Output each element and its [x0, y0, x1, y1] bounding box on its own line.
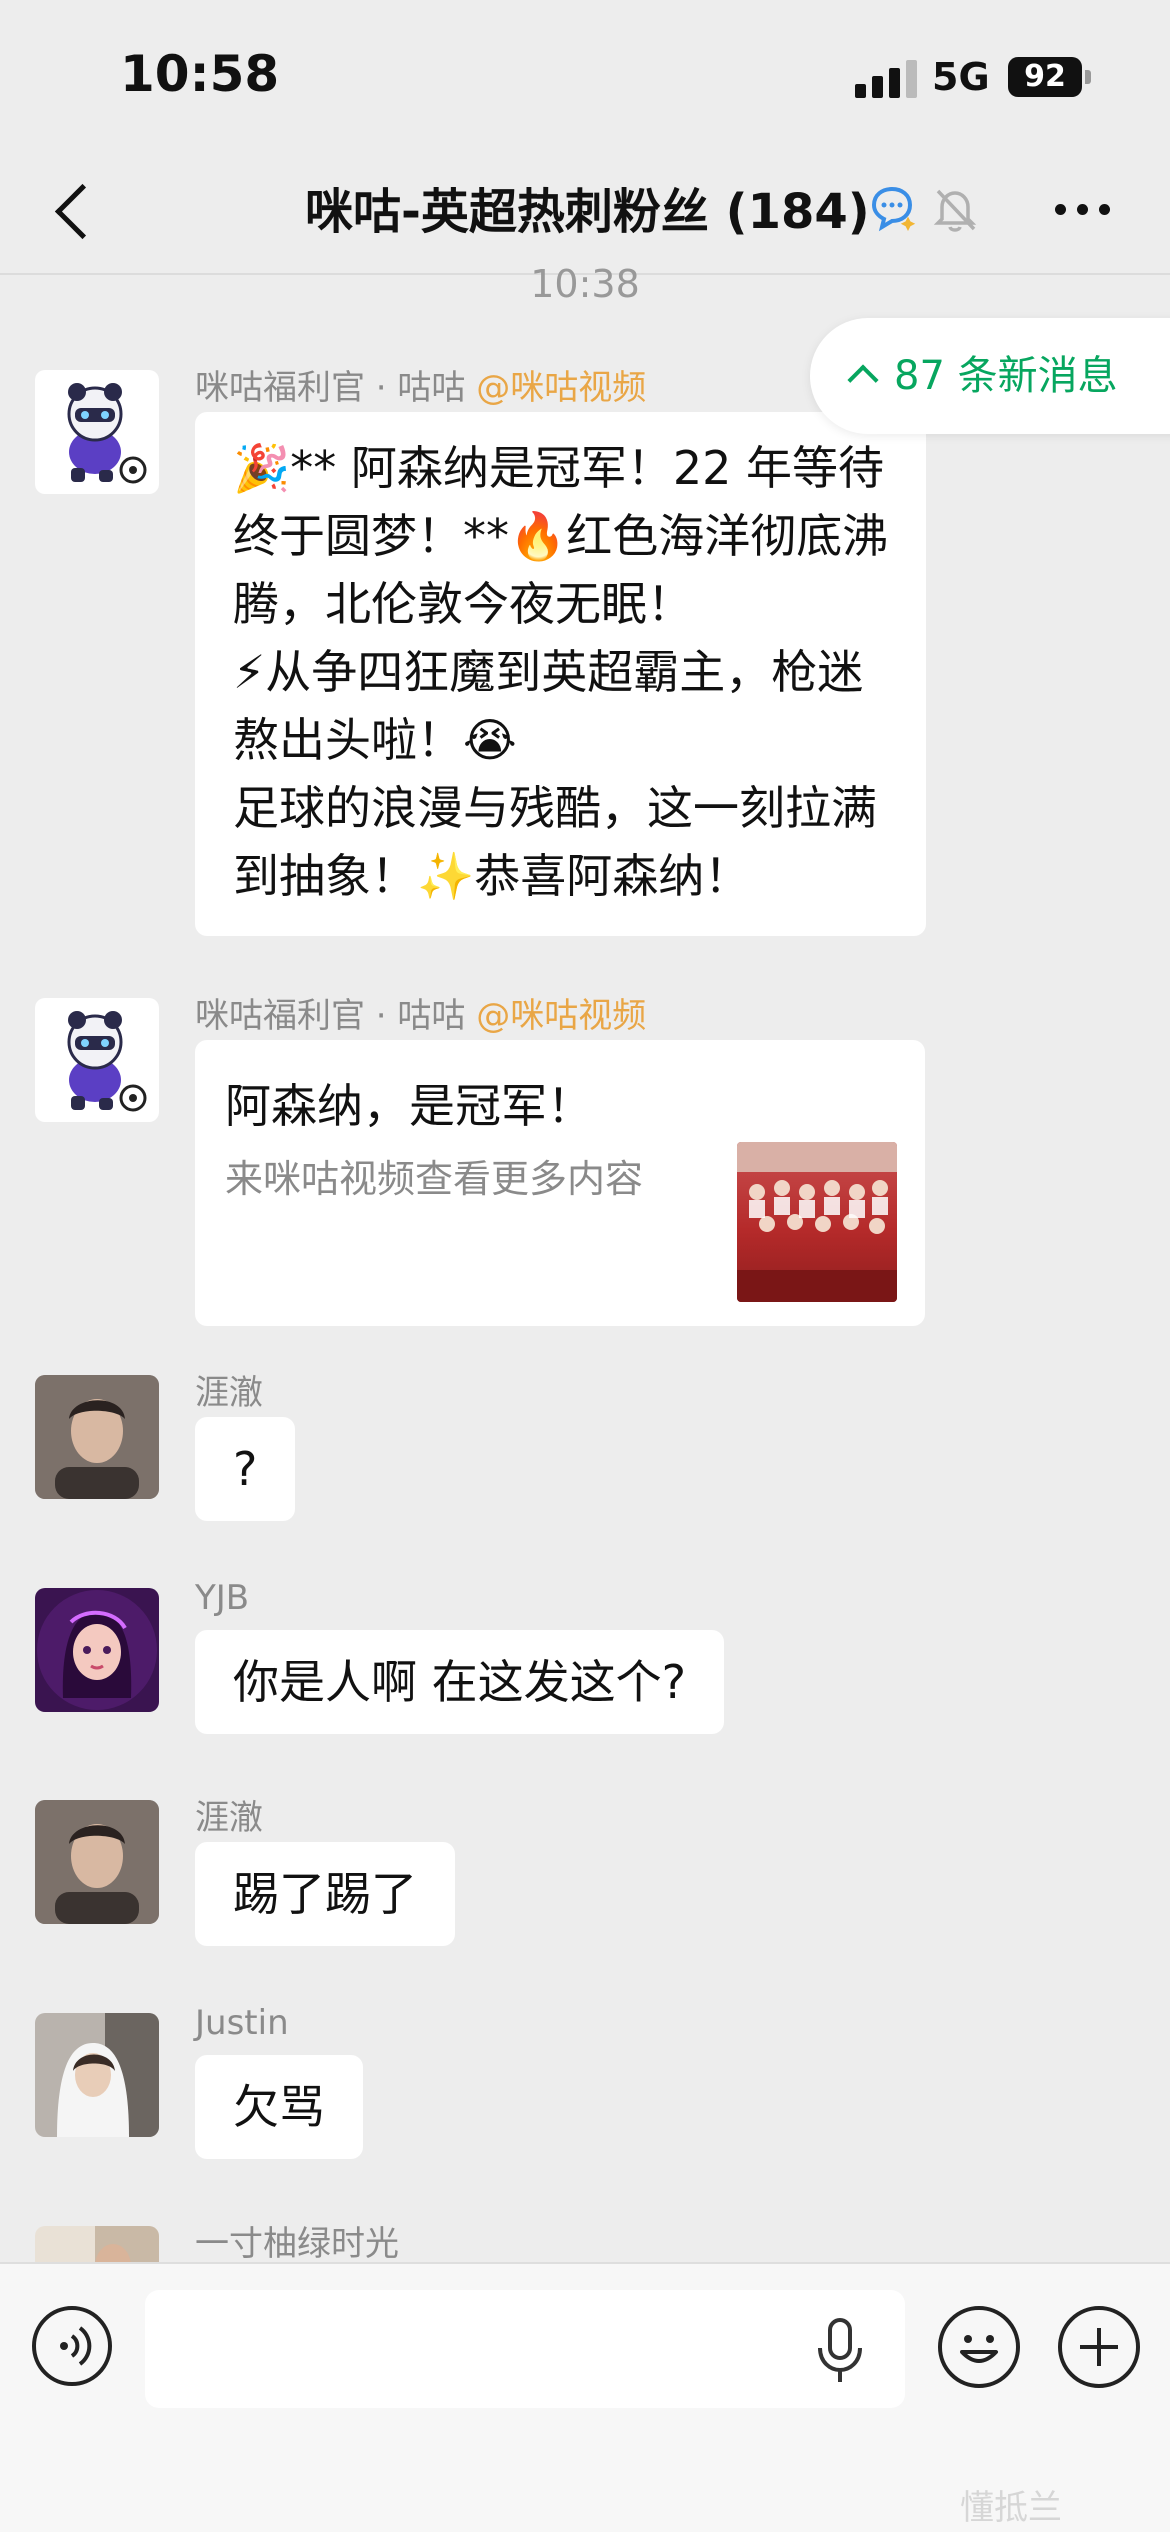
- sender-name: 咪咕福利官 · 咕咕 @咪咕视频: [195, 988, 646, 1037]
- avatar[interactable]: [35, 1800, 159, 1924]
- sender-name-text: 咪咕福利官 · 咕咕: [195, 368, 466, 408]
- panda-mascot-icon: [35, 998, 159, 1122]
- battery-icon: 92: [1008, 57, 1082, 97]
- status-time: 10:58: [120, 45, 280, 103]
- link-card[interactable]: 阿森纳，是冠军！ 来咪咕视频查看更多内容: [195, 1040, 925, 1326]
- message-line: ⚡从争四狂魔到英超霸主，枪迷: [233, 645, 864, 699]
- panda-mascot-icon: [35, 370, 159, 494]
- sender-name-text: 咪咕福利官 · 咕咕: [195, 996, 466, 1036]
- sender-name: 一寸柚绿时光: [195, 2224, 399, 2264]
- sender-name: 涯澈: [195, 1798, 263, 1838]
- avatar[interactable]: [35, 370, 159, 494]
- user-photo-icon: [35, 1375, 159, 1499]
- user-cartoon-icon: [35, 1588, 159, 1712]
- message-bubble[interactable]: 踢了踢了: [195, 1842, 455, 1946]
- message-bubble[interactable]: 欠骂: [195, 2055, 363, 2159]
- sender-name: 咪咕福利官 · 咕咕 @咪咕视频: [195, 360, 646, 409]
- message-bubble[interactable]: 🎉** 阿森纳是冠军！22 年等待 终于圆梦！**🔥红色海洋彻底沸 腾，北伦敦今…: [195, 412, 927, 936]
- nav-bar: 咪咕-英超热刺粉丝 (184): [0, 150, 1170, 275]
- mic-icon[interactable]: [810, 2314, 870, 2386]
- status-bar: 10:58 5G 92: [0, 0, 1170, 150]
- user-photo-icon: [35, 2013, 159, 2137]
- card-thumbnail: [737, 1142, 897, 1302]
- new-messages-button[interactable]: 87 条新消息: [810, 318, 1170, 434]
- message-bubble[interactable]: ?: [195, 1417, 296, 1521]
- signal-icon: [855, 60, 917, 98]
- user-photo-icon: [35, 1800, 159, 1924]
- mention-tag[interactable]: @咪咕视频: [476, 368, 646, 408]
- chevron-up-icon: [847, 364, 879, 396]
- message-input[interactable]: [145, 2290, 905, 2408]
- message-line: 到抽象！✨恭喜阿森纳！: [233, 849, 751, 903]
- message-bubble[interactable]: 你是人啊 在这发这个?: [195, 1630, 725, 1734]
- card-title: 阿森纳，是冠军！: [225, 1079, 593, 1133]
- card-description: 来咪咕视频查看更多内容: [225, 1157, 644, 1201]
- avatar[interactable]: [35, 1588, 159, 1712]
- sender-name: YJB: [195, 1578, 250, 1618]
- message-line: 🎉** 阿森纳是冠军！22 年等待: [233, 441, 885, 495]
- mute-bell-icon: [933, 189, 977, 232]
- message-line: 终于圆梦！**🔥红色海洋彻底沸: [233, 509, 889, 563]
- chat-bubble-icon[interactable]: [868, 183, 920, 235]
- sender-name: Justin: [195, 2003, 289, 2043]
- new-messages-label: 87 条新消息: [894, 353, 1118, 399]
- plus-icon[interactable]: [1058, 2306, 1140, 2388]
- avatar[interactable]: [35, 998, 159, 1122]
- network-type: 5G: [932, 55, 990, 99]
- battery-cap: [1085, 70, 1091, 84]
- time-divider: 10:38: [530, 262, 640, 306]
- watermark: 懂抵兰: [960, 2488, 1062, 2528]
- emoji-icon[interactable]: [938, 2306, 1020, 2388]
- mention-tag[interactable]: @咪咕视频: [476, 996, 646, 1036]
- chat-title: 咪咕-英超热刺粉丝 (184): [305, 184, 870, 240]
- message-line: 腾，北伦敦今夜无眠！: [233, 577, 693, 631]
- message-line: 熬出头啦！😭: [233, 713, 517, 767]
- message-line: 足球的浪漫与残酷，这一刻拉满: [233, 781, 877, 835]
- avatar[interactable]: [35, 2013, 159, 2137]
- more-icon[interactable]: [1055, 198, 1115, 222]
- sender-name: 涯澈: [195, 1373, 263, 1413]
- back-icon[interactable]: [45, 180, 105, 240]
- voice-icon[interactable]: [32, 2306, 112, 2386]
- avatar[interactable]: [35, 1375, 159, 1499]
